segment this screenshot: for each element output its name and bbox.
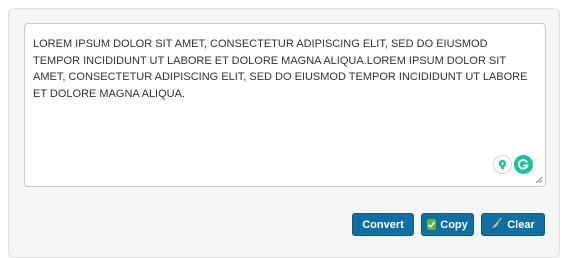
convert-button-label: Convert bbox=[362, 218, 404, 231]
check-icon bbox=[427, 219, 437, 230]
lightbulb-icon[interactable] bbox=[493, 155, 512, 174]
action-buttons: Convert Copy Clear bbox=[352, 213, 545, 236]
text-input-content[interactable]: LOREM IPSUM DOLOR SIT AMET, CONSECTETUR … bbox=[33, 36, 535, 102]
clear-button-label: Clear bbox=[507, 218, 535, 231]
resize-handle-icon[interactable] bbox=[535, 176, 543, 184]
text-input-area[interactable]: LOREM IPSUM DOLOR SIT AMET, CONSECTETUR … bbox=[24, 23, 546, 187]
copy-button-label: Copy bbox=[440, 218, 468, 231]
clear-button[interactable]: Clear bbox=[481, 213, 545, 236]
convert-button[interactable]: Convert bbox=[352, 213, 414, 236]
extension-icons bbox=[493, 155, 533, 174]
copy-button[interactable]: Copy bbox=[421, 213, 474, 236]
grammarly-icon[interactable] bbox=[514, 155, 533, 174]
broom-icon bbox=[491, 217, 503, 232]
converter-panel: LOREM IPSUM DOLOR SIT AMET, CONSECTETUR … bbox=[8, 8, 560, 258]
